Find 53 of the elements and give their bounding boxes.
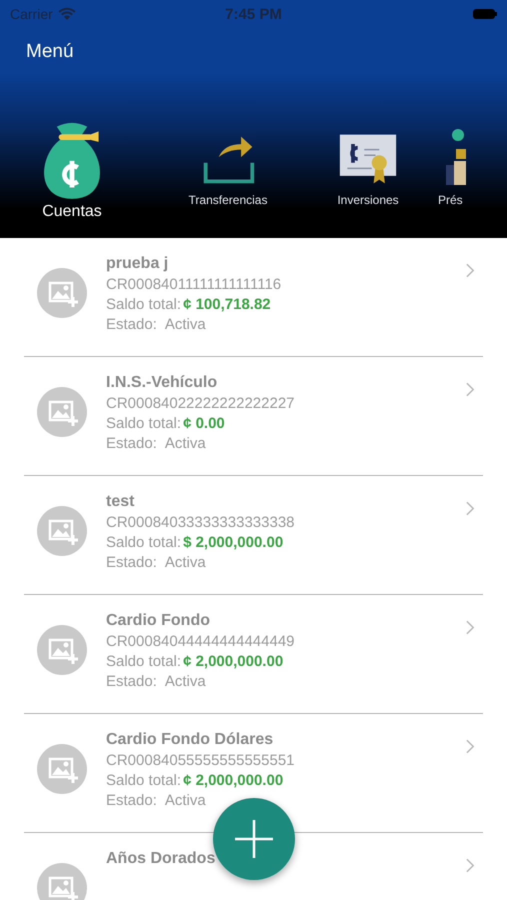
account-number: CR00084033333333333338 [106,514,296,531]
account-name: Años Dorados [106,850,216,868]
image-placeholder-icon [37,625,87,675]
account-name: Cardio Fondo [106,612,211,630]
status-label: Estado: [106,554,157,571]
status-value: Activa [164,792,206,809]
image-placeholder-icon [37,387,87,437]
balance-label: Saldo total: [106,415,182,432]
status-value: Activa [164,673,206,690]
balance-amount: ¢ 100,718.82 [183,296,271,313]
menu-item[interactable]: Cuentas [30,115,114,247]
balance-amount: ¢ 2,000,000.00 [183,653,284,670]
carrier-label: Carrier [10,6,53,22]
add-button[interactable] [213,798,295,880]
account-number: CR00084055555555555551 [106,752,296,769]
balance-label: Saldo total: [106,772,182,789]
wifi-icon [58,7,76,21]
chevron-right-icon[interactable] [466,620,475,635]
menu-item[interactable]: Prés [438,127,478,247]
chevron-right-icon[interactable] [466,739,475,754]
account-name: Cardio Fondo Dólares [106,731,274,749]
status-value: Activa [164,316,206,333]
chevron-right-icon[interactable] [466,382,475,397]
status-value: Activa [164,554,206,571]
account-number: CR00084011111111111116 [106,276,282,293]
account-name: I.N.S.-Vehículo [106,374,218,392]
menu-item[interactable]: Inversiones [298,131,438,247]
plus-icon [234,819,274,859]
status-value: Activa [164,435,206,452]
menu-title: Menú [25,40,75,64]
battery-icon [473,8,497,20]
balance-amount: $ 2,000,000.00 [183,534,284,551]
account-name: prueba j [106,255,170,273]
status-label: Estado: [106,673,157,690]
chevron-right-icon[interactable] [466,858,475,873]
account-name: test [106,493,136,511]
status-label: Estado: [106,316,157,333]
chevron-right-icon[interactable] [466,263,475,278]
image-placeholder-icon [37,744,87,794]
balance-amount: ¢ 0.00 [183,415,225,432]
image-placeholder-icon [37,506,87,556]
status-time: 7:45 PM [225,6,282,22]
balance-label: Saldo total: [106,534,182,551]
balance-amount: ¢ 2,000,000.00 [183,772,284,789]
status-label: Estado: [106,435,157,452]
balance-label: Saldo total: [106,653,182,670]
chevron-right-icon[interactable] [466,501,475,516]
image-placeholder-icon [37,268,87,318]
status-label: Estado: [106,792,157,809]
account-number: CR00084044444444444449 [106,633,296,650]
menu-item[interactable]: Transferencias [158,131,298,247]
balance-label: Saldo total: [106,296,182,313]
account-number: CR00084022222222222227 [106,395,296,412]
